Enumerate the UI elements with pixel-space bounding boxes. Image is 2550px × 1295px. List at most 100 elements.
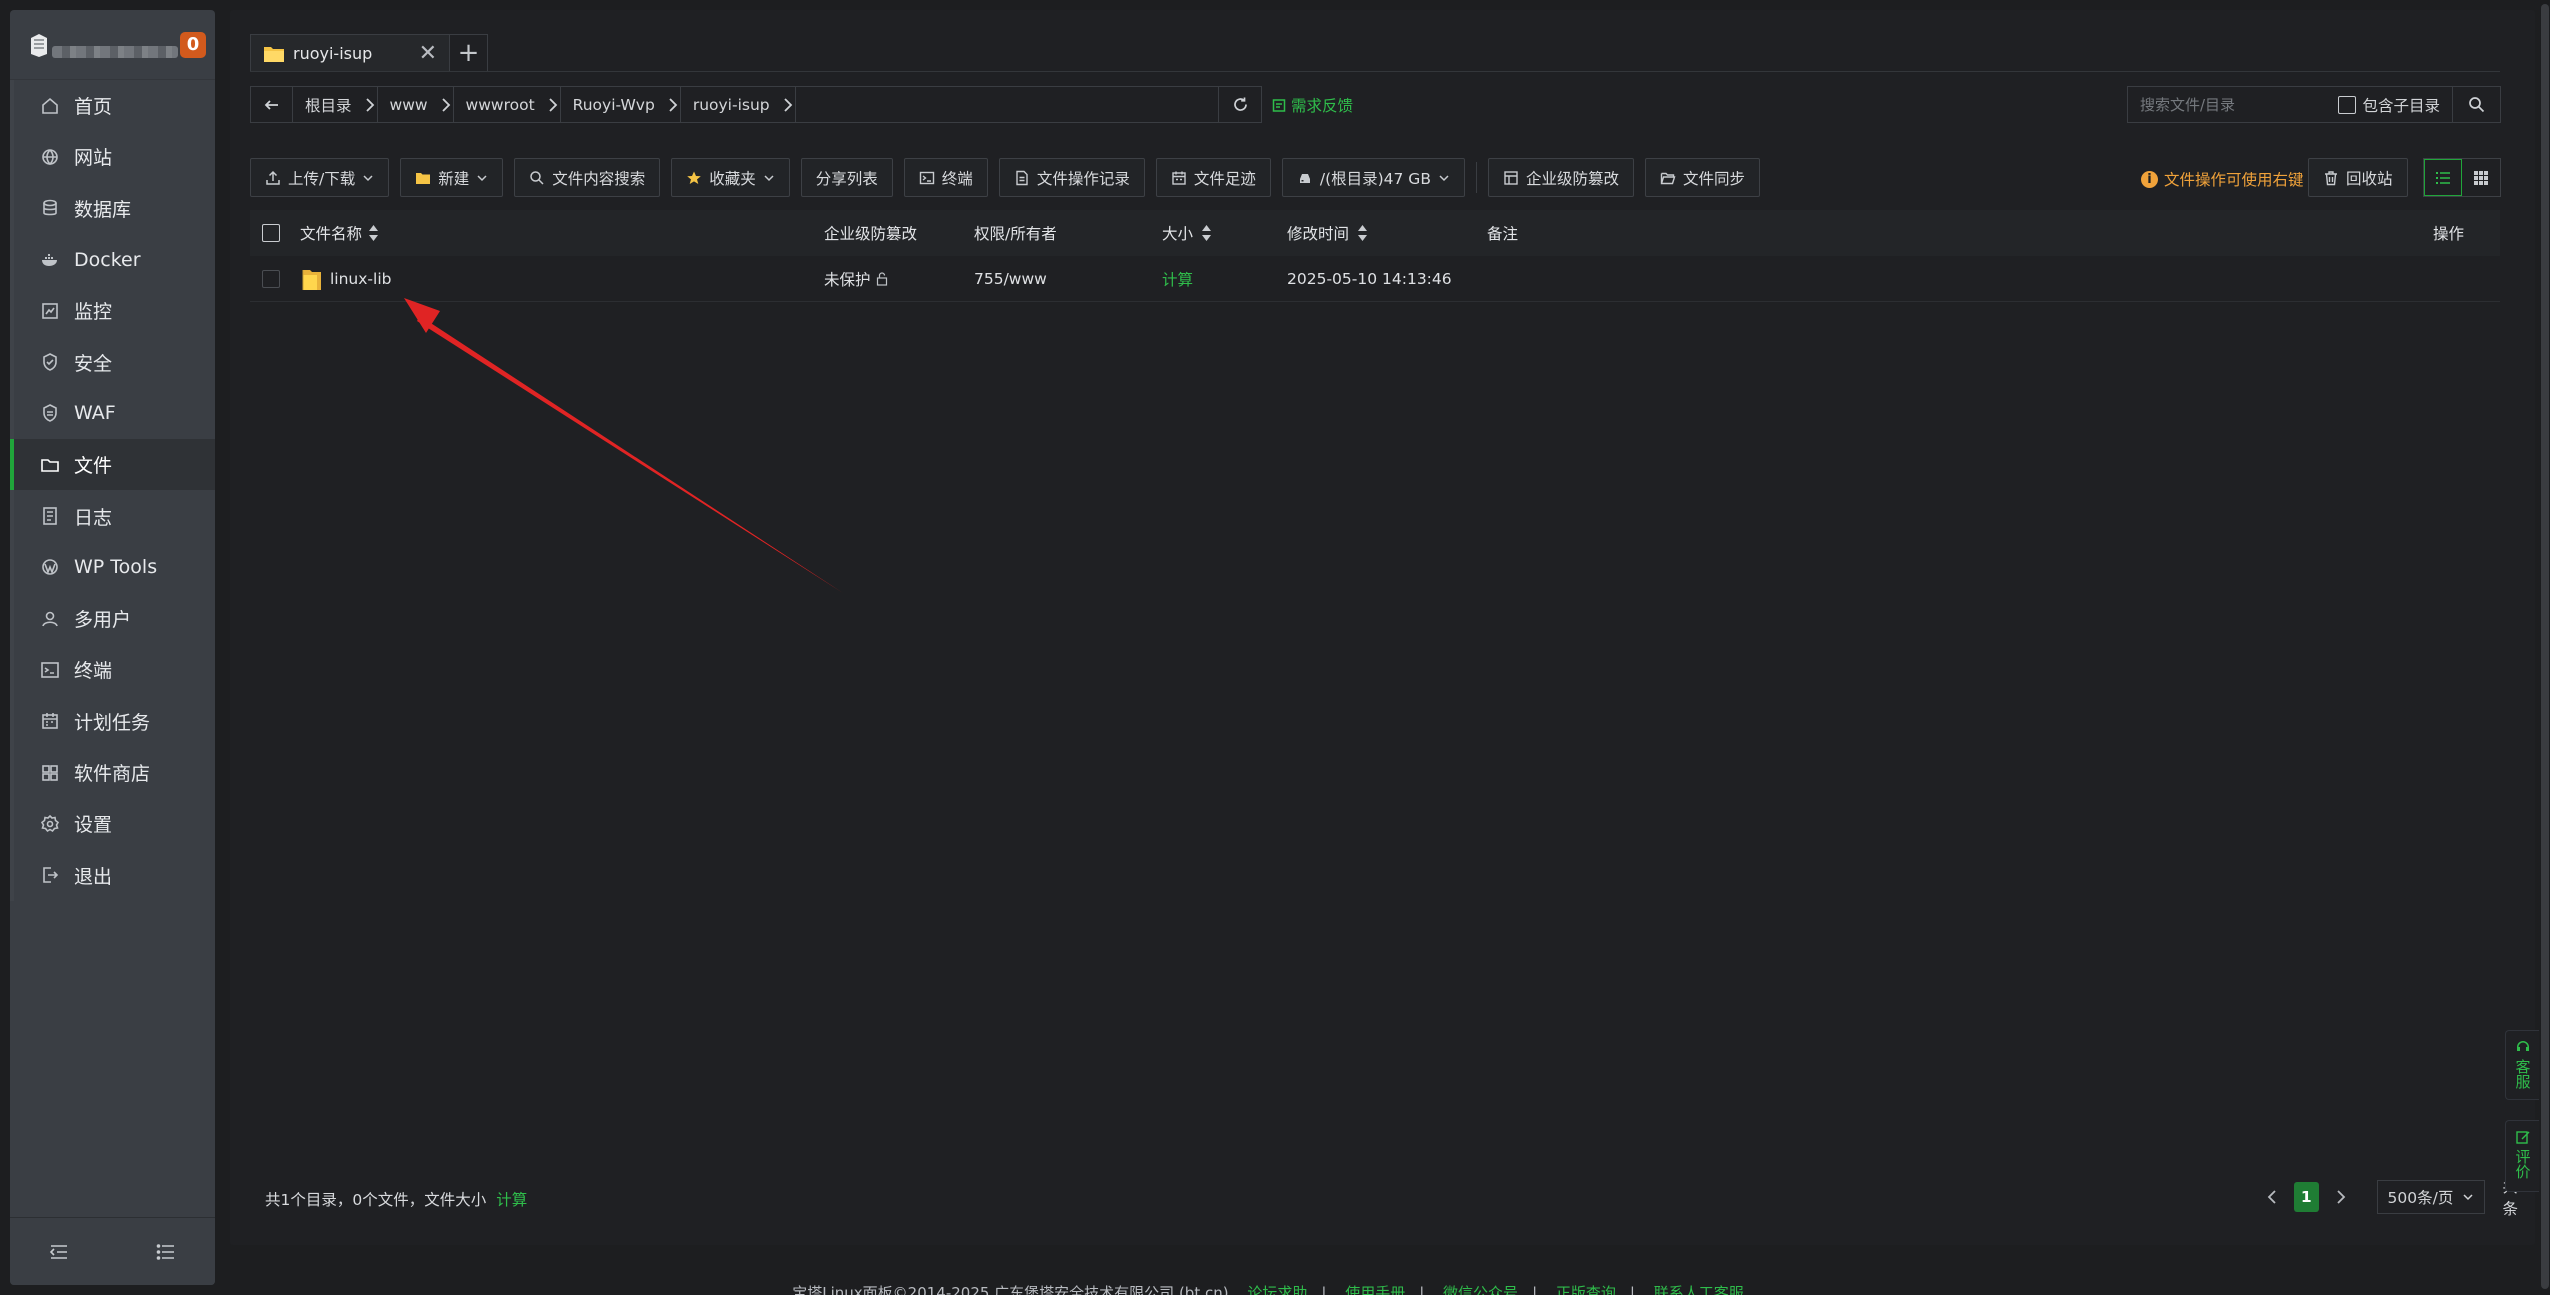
favorites-button[interactable]: 收藏夹 xyxy=(671,158,790,197)
sidebar-footer xyxy=(10,1217,215,1285)
page-number-current[interactable]: 1 xyxy=(2293,1182,2319,1212)
tab-close-icon[interactable]: ✕ xyxy=(419,41,437,66)
info-icon: i xyxy=(2141,170,2158,188)
breadcrumb-wwwroot[interactable]: wwwroot xyxy=(454,87,561,122)
tab-bar: ruoyi-isup ✕ + xyxy=(250,34,488,72)
content-search-label: 文件内容搜索 xyxy=(552,169,646,188)
calendar-icon xyxy=(1172,171,1186,185)
sidebar-item-label: Docker xyxy=(74,248,141,271)
collapse-sidebar-icon[interactable] xyxy=(48,1241,70,1263)
sidebar-item-home[interactable]: 首页 xyxy=(10,80,215,132)
sidebar-item-docker[interactable]: Docker xyxy=(10,233,215,286)
sidebar-item-logout[interactable]: 退出 xyxy=(10,849,215,901)
sidebar-item-security[interactable]: 安全 xyxy=(10,336,215,388)
sidebar-item-files[interactable]: 文件 xyxy=(10,439,215,491)
disk-button[interactable]: /(根目录)47 GB xyxy=(1281,158,1465,197)
notification-badge[interactable]: 0 xyxy=(180,32,206,58)
breadcrumb-label: Ruoyi-Wvp xyxy=(572,95,655,114)
summary-text: 共1个目录，0个文件，文件大小 xyxy=(265,1191,487,1209)
search-icon xyxy=(530,170,544,185)
file-sync-button[interactable]: 文件同步 xyxy=(1644,158,1760,197)
footer-link-license[interactable]: 正版查询 xyxy=(1556,1284,1616,1295)
col-mtime[interactable]: 修改时间 xyxy=(1287,222,1368,244)
sidebar-item-logs[interactable]: 日志 xyxy=(10,490,215,542)
page-footer: 宝塔Linux面板©2014-2025 广东堡塔安全技术有限公司 (bt.cn)… xyxy=(0,1282,2550,1295)
sidebar-item-label: 日志 xyxy=(74,506,113,529)
tip-label: 文件操作可使用右键 xyxy=(2164,171,2304,189)
upload-icon xyxy=(266,170,280,185)
next-page-button[interactable] xyxy=(2329,1183,2353,1211)
trash-icon xyxy=(2325,170,2337,185)
feedback-link[interactable]: 需求反馈 xyxy=(1272,94,1353,116)
sidebar-item-app-store[interactable]: 软件商店 xyxy=(10,746,215,799)
upload-label: 上传/下载 xyxy=(288,169,356,188)
server-name-blurred xyxy=(52,46,178,58)
breadcrumb-ruoyi-wvp[interactable]: Ruoyi-Wvp xyxy=(561,87,681,122)
arrow-left-icon xyxy=(264,99,278,110)
permission-cell[interactable]: 755/www xyxy=(974,270,1047,288)
table-row[interactable]: linux-lib 未保护 755/www 计算 2025-05-10 14:1… xyxy=(250,256,2500,302)
footer-link-forum[interactable]: 论坛求助 xyxy=(1247,1284,1307,1295)
review-widget[interactable]: 评价 xyxy=(2505,1120,2539,1192)
sidebar-item-settings[interactable]: 设置 xyxy=(10,798,215,850)
row-checkbox[interactable] xyxy=(262,269,280,288)
file-name[interactable]: linux-lib xyxy=(330,270,391,288)
col-size[interactable]: 大小 xyxy=(1162,222,1212,244)
terminal-icon xyxy=(41,662,59,678)
grid-view-button[interactable] xyxy=(2462,159,2500,196)
back-button[interactable] xyxy=(251,87,293,122)
sidebar-item-waf[interactable]: WAF xyxy=(10,387,215,440)
protect-status[interactable]: 未保护 xyxy=(824,268,889,290)
wordpress-icon xyxy=(42,559,58,576)
prev-page-button[interactable] xyxy=(2260,1183,2284,1211)
breadcrumb-ruoyi-isup[interactable]: ruoyi-isup xyxy=(681,87,796,122)
new-button[interactable]: 新建 xyxy=(400,158,504,197)
breadcrumb-root[interactable]: 根目录 xyxy=(293,87,378,122)
page-size-value: 500条/页 xyxy=(2387,1189,2454,1207)
page-scrollbar[interactable] xyxy=(2541,4,2549,1289)
footer-link-wechat[interactable]: 微信公众号 xyxy=(1443,1284,1518,1295)
view-toggle xyxy=(2423,158,2501,197)
select-all-checkbox[interactable] xyxy=(262,224,280,242)
size-calc-link[interactable]: 计算 xyxy=(1162,268,1193,290)
sidebar-item-monitor[interactable]: 监控 xyxy=(10,285,215,337)
sidebar-item-multi-user[interactable]: 多用户 xyxy=(10,592,215,645)
sidebar-item-cron[interactable]: 计划任务 xyxy=(10,695,215,747)
include-subdir-checkbox[interactable]: 包含子目录 xyxy=(2338,94,2452,116)
list-view-button[interactable] xyxy=(2424,159,2462,196)
sidebar-item-website[interactable]: 网站 xyxy=(10,131,215,183)
upload-download-button[interactable]: 上传/下载 xyxy=(250,158,390,197)
sidebar-item-terminal[interactable]: 终端 xyxy=(10,644,215,696)
folder-icon xyxy=(416,172,431,184)
breadcrumb-www[interactable]: www xyxy=(378,87,454,122)
path-input[interactable] xyxy=(796,87,1219,122)
tamper-protect-button[interactable]: 企业级防篡改 xyxy=(1487,158,1634,197)
summary-calc-link[interactable]: 计算 xyxy=(496,1188,527,1210)
path-bar: 根目录 www wwwroot Ruoyi-Wvp ruoyi-isup xyxy=(250,86,1262,123)
footer-link-support[interactable]: 联系人工客服 xyxy=(1654,1284,1744,1295)
file-toolbar: 上传/下载 新建 文件内容搜索 收藏夹 分享列表 终端 文件操作记录 文件足迹 … xyxy=(250,158,1760,197)
toolbar-divider xyxy=(1475,162,1477,193)
search-button[interactable] xyxy=(2452,87,2500,122)
file-name-cell[interactable]: linux-lib xyxy=(300,266,391,292)
footer-link-manual[interactable]: 使用手册 xyxy=(1345,1284,1405,1295)
checkbox-box[interactable] xyxy=(2338,95,2357,114)
share-list-button[interactable]: 分享列表 xyxy=(800,158,893,197)
tab-ruoyi-isup[interactable]: ruoyi-isup ✕ xyxy=(250,34,450,72)
sidebar-item-database[interactable]: 数据库 xyxy=(10,182,215,234)
refresh-button[interactable] xyxy=(1219,87,1261,122)
search-input[interactable] xyxy=(2128,87,2339,122)
footprint-button[interactable]: 文件足迹 xyxy=(1155,158,1271,197)
add-tab-button[interactable]: + xyxy=(450,34,488,72)
col-name[interactable]: 文件名称 xyxy=(300,222,379,244)
content-search-button[interactable]: 文件内容搜索 xyxy=(514,158,661,197)
feedback-label: 需求反馈 xyxy=(1291,97,1354,115)
page-size-select[interactable]: 500条/页 xyxy=(2376,1180,2485,1214)
op-log-button[interactable]: 文件操作记录 xyxy=(998,158,1145,197)
recycle-bin-button[interactable]: 回收站 xyxy=(2308,158,2408,197)
terminal-button[interactable]: 终端 xyxy=(903,158,988,197)
customer-service-widget[interactable]: 客服 xyxy=(2505,1030,2539,1100)
menu-list-icon[interactable] xyxy=(155,1241,177,1263)
sidebar: 0 首页 网站 数据库 Docker 监控 安全 WAF 文件 日志 WP To… xyxy=(10,10,215,1285)
sidebar-item-wp-tools[interactable]: WP Tools xyxy=(10,541,215,593)
